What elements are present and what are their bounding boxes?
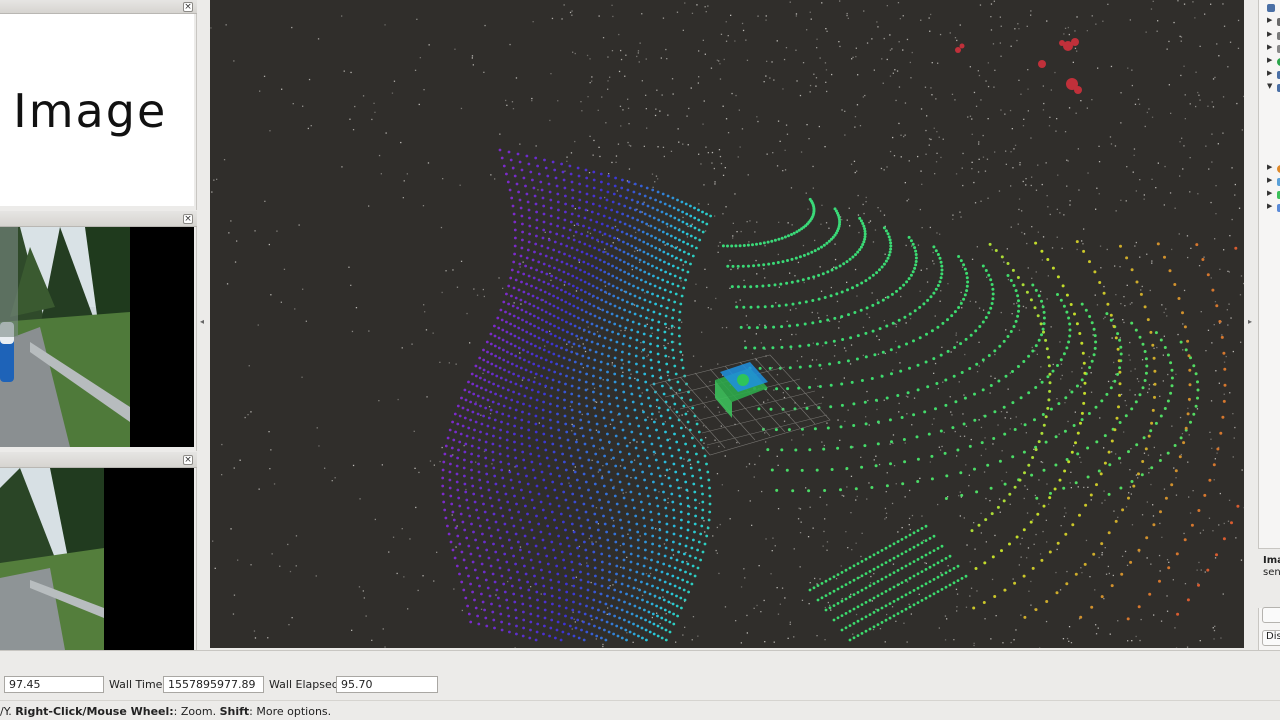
lidar-rings — [441, 148, 1240, 642]
image-display: No Image — [0, 14, 194, 206]
rviz-window: × No Image × — [0, 0, 1280, 720]
camera-image-2 — [0, 468, 194, 650]
wall-time-label: Wall Time: — [109, 678, 167, 691]
discard-button[interactable]: Discard — [1262, 630, 1280, 646]
status-bar: /Y. Right-Click/Mouse Wheel:: Zoom. Shif… — [0, 700, 1280, 720]
description-title: Image — [1263, 555, 1280, 566]
expand-arrow-icon[interactable]: ▶ — [1267, 30, 1272, 38]
display-tree-item[interactable]: ▼ — [1261, 82, 1280, 94]
camera-image-1 — [0, 227, 194, 447]
collapse-right-arrow-icon[interactable]: ▸ — [1248, 317, 1252, 326]
display-tree-item[interactable]: ▶ — [1261, 163, 1280, 175]
image-panel-no-image: × No Image — [0, 0, 197, 210]
close-icon[interactable]: × — [183, 214, 193, 224]
display-tree-item[interactable]: ▶ — [1261, 202, 1280, 214]
display-icon — [1267, 4, 1275, 12]
display-description: Image sensor — [1258, 548, 1280, 608]
description-text: sensor — [1263, 567, 1280, 578]
point-cloud-render[interactable] — [210, 0, 1244, 648]
3d-viewport[interactable] — [210, 0, 1244, 648]
expand-arrow-icon[interactable]: ▶ — [1267, 189, 1272, 197]
panel-titlebar[interactable]: × — [0, 452, 197, 468]
expand-arrow-icon[interactable]: ▶ — [1267, 69, 1272, 77]
camera-image-forest-road — [0, 468, 194, 650]
display-tree-item[interactable]: ▶ — [1261, 30, 1280, 42]
camera-image-forest-road — [0, 227, 194, 447]
ground-points — [210, 0, 1244, 648]
display-tree-item[interactable]: ▶ — [1261, 176, 1280, 188]
close-icon[interactable]: × — [183, 2, 193, 12]
display-tree-root[interactable] — [1261, 2, 1280, 14]
no-image-placeholder: No Image — [0, 84, 168, 138]
left-dock-splitter[interactable]: ◂ — [197, 0, 210, 650]
camera-panel-1: × — [0, 211, 197, 451]
wall-elapsed-field[interactable]: 95.70 — [336, 676, 438, 693]
collapse-left-arrow-icon[interactable]: ◂ — [200, 317, 204, 326]
panel-titlebar[interactable]: × — [0, 0, 197, 14]
display-tree-item[interactable]: ▶ — [1261, 69, 1280, 81]
add-display-button[interactable] — [1262, 607, 1280, 623]
ros-elapsed-field[interactable]: 97.45 — [4, 676, 104, 693]
expand-arrow-icon[interactable]: ▶ — [1267, 43, 1272, 51]
status-hint: /Y. Right-Click/Mouse Wheel:: Zoom. Shif… — [0, 705, 332, 718]
display-tree-item[interactable]: ▶ — [1261, 43, 1280, 55]
panel-titlebar[interactable]: × — [0, 211, 197, 227]
camera-panel-2: × — [0, 452, 197, 650]
display-tree-item[interactable]: ▶ — [1261, 56, 1280, 68]
expand-arrow-icon[interactable]: ▶ — [1267, 56, 1272, 64]
expand-arrow-icon[interactable]: ▼ — [1267, 82, 1272, 90]
display-tree-item[interactable]: ▶ — [1261, 189, 1280, 201]
obstacle-points — [955, 38, 1082, 94]
close-icon[interactable]: × — [183, 455, 193, 465]
time-panel: 97.45 Wall Time: 1557895977.89 Wall Elap… — [0, 650, 1280, 700]
expand-arrow-icon[interactable]: ▶ — [1267, 163, 1272, 171]
right-dock-splitter[interactable]: ▸ — [1244, 0, 1258, 650]
display-tree-item[interactable]: ▶ — [1261, 16, 1280, 28]
wall-elapsed-label: Wall Elapsed: — [269, 678, 343, 691]
expand-arrow-icon[interactable]: ▶ — [1267, 176, 1272, 184]
wall-time-field[interactable]: 1557895977.89 — [163, 676, 264, 693]
expand-arrow-icon[interactable]: ▶ — [1267, 16, 1272, 24]
expand-arrow-icon[interactable]: ▶ — [1267, 202, 1272, 210]
